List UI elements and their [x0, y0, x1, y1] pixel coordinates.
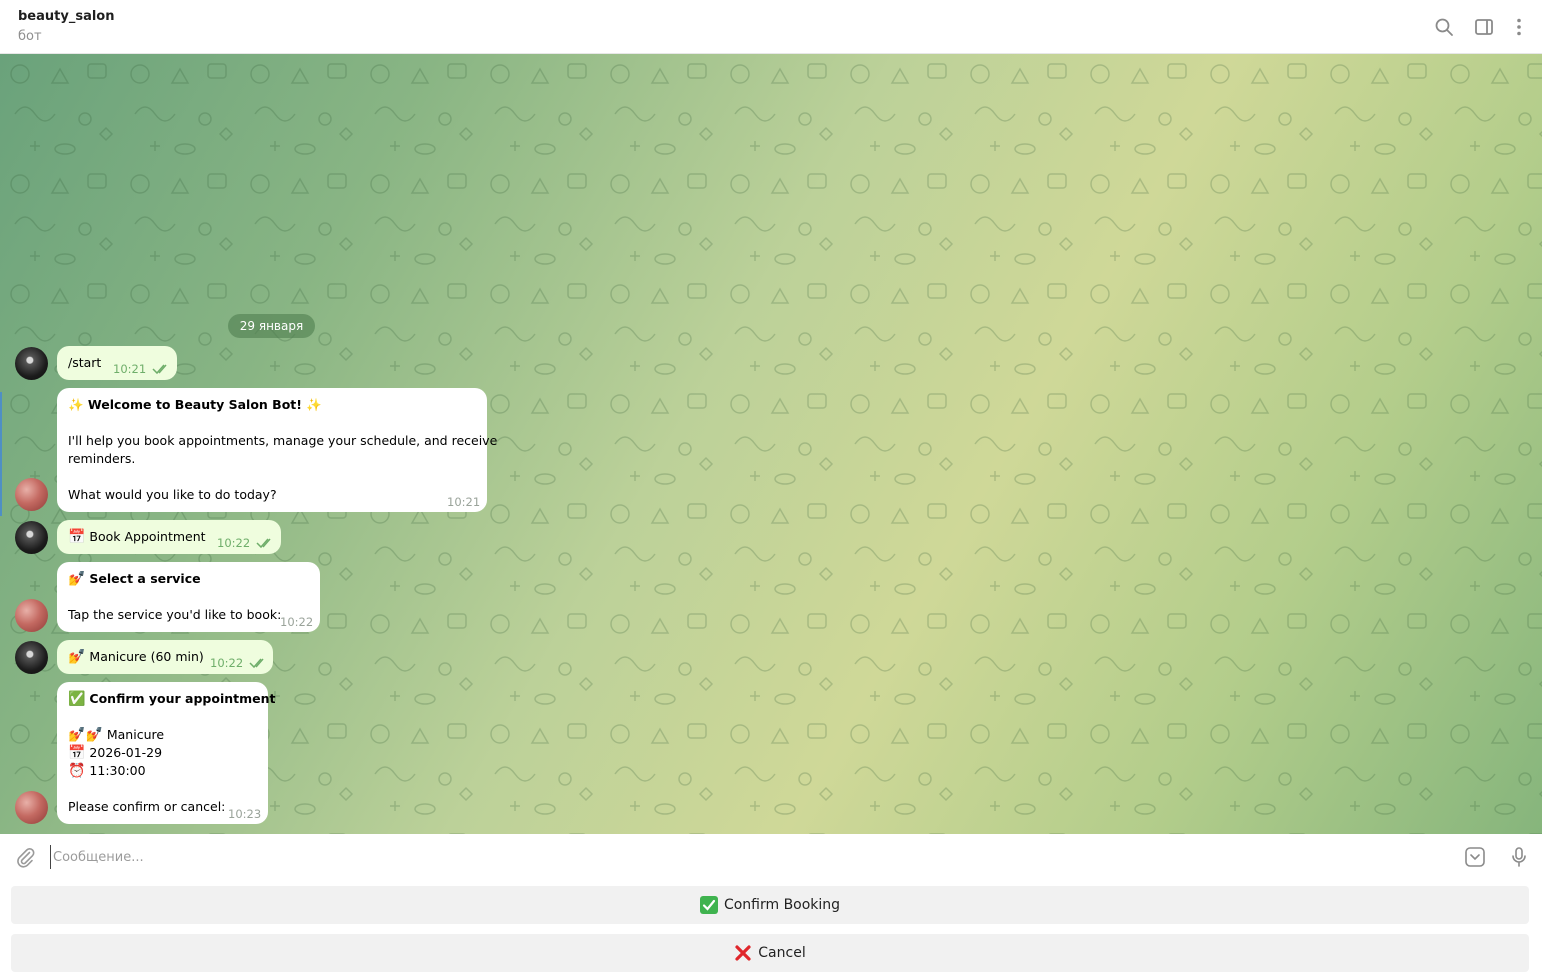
double-check-icon — [152, 363, 170, 375]
message-bubble-incoming[interactable]: 💅 Select a service Tap the service you'd… — [57, 562, 320, 632]
sidebar-toggle-icon[interactable] — [1472, 15, 1496, 39]
message-text: 💅 Manicure (60 min) — [68, 649, 204, 665]
message-title: ✨ Welcome to Beauty Salon Bot! ✨ — [68, 397, 322, 412]
message-time: 10:22 — [210, 656, 244, 670]
message-bubble-outgoing[interactable]: /start 10:21 — [57, 346, 177, 380]
nail-polish-icon: 💅 — [68, 727, 86, 743]
message-title: ✅ Confirm your appointment — [68, 691, 276, 707]
check-mark-icon: ✅ — [68, 691, 86, 707]
message-time: 10:23 — [228, 807, 262, 821]
unread-edge-marker — [0, 392, 2, 516]
nail-polish-icon: 💅 — [85, 727, 103, 743]
microphone-icon[interactable] — [1507, 845, 1531, 869]
avatar[interactable] — [15, 641, 48, 674]
message-time: 10:21 — [113, 362, 147, 376]
cross-mark-icon — [734, 944, 752, 962]
avatar[interactable] — [15, 521, 48, 554]
check-mark-icon — [699, 896, 718, 914]
chat-title[interactable]: beauty_salon — [18, 9, 115, 24]
message-text: What would you like to do today? — [68, 487, 277, 502]
message-bubble-outgoing[interactable]: 💅 Manicure (60 min) 10:22 — [57, 640, 273, 674]
search-icon[interactable] — [1432, 15, 1456, 39]
message-bubble-incoming[interactable]: ✨ Welcome to Beauty Salon Bot! ✨ I'll he… — [57, 388, 497, 512]
message-bubble-outgoing[interactable]: 📅 Book Appointment 10:22 — [57, 520, 281, 554]
reply-keyboard: Confirm Booking Cancel — [0, 880, 1542, 979]
nail-polish-icon: 💅 — [68, 571, 86, 587]
cancel-label: Cancel — [758, 945, 806, 961]
alarm-clock-icon: ⏰ — [68, 763, 86, 779]
more-vertical-icon[interactable] — [1507, 15, 1531, 39]
message-title: 💅 Select a service — [68, 571, 201, 587]
calendar-icon: 📅 — [68, 745, 86, 761]
message-text: Please confirm or cancel: — [68, 799, 226, 814]
message-list[interactable]: 29 января /start 10:21 ✨ Welcome to Beau… — [0, 54, 1542, 834]
message-text: I'll help you book appointments, manage … — [68, 433, 498, 448]
paperclip-icon[interactable] — [13, 845, 37, 869]
keyboard-toggle-icon[interactable] — [1463, 845, 1487, 869]
avatar[interactable] — [15, 791, 48, 824]
message-time: 10:21 — [447, 495, 481, 509]
avatar[interactable] — [15, 478, 48, 511]
cancel-button[interactable]: Cancel — [11, 934, 1529, 972]
double-check-icon — [249, 657, 267, 669]
service-line: 💅💅 Manicure — [68, 727, 165, 743]
message-text: Tap the service you'd like to book: — [68, 607, 282, 622]
nail-polish-icon: 💅 — [68, 649, 86, 665]
command-link[interactable]: /start — [68, 354, 101, 372]
message-input[interactable] — [50, 845, 1440, 869]
calendar-icon: 📅 — [68, 529, 86, 545]
confirm-booking-button[interactable]: Confirm Booking — [11, 886, 1529, 924]
chat-header: beauty_salon бот — [0, 0, 1542, 54]
message-time: 10:22 — [280, 615, 314, 629]
confirm-booking-label: Confirm Booking — [723, 897, 841, 913]
avatar[interactable] — [15, 599, 48, 632]
date-line: 📅 2026-01-29 — [68, 745, 163, 761]
date-separator: 29 января — [228, 314, 315, 338]
message-text: 📅 Book Appointment — [68, 529, 206, 545]
avatar[interactable] — [15, 347, 48, 380]
message-time: 10:22 — [217, 536, 251, 550]
message-bubble-incoming[interactable]: ✅ Confirm your appointment 💅💅 Manicure 📅… — [57, 682, 276, 824]
chat-subtitle: бот — [18, 29, 42, 44]
double-check-icon — [256, 537, 274, 549]
message-text: reminders. — [68, 451, 136, 466]
time-line: ⏰ 11:30:00 — [68, 763, 146, 779]
